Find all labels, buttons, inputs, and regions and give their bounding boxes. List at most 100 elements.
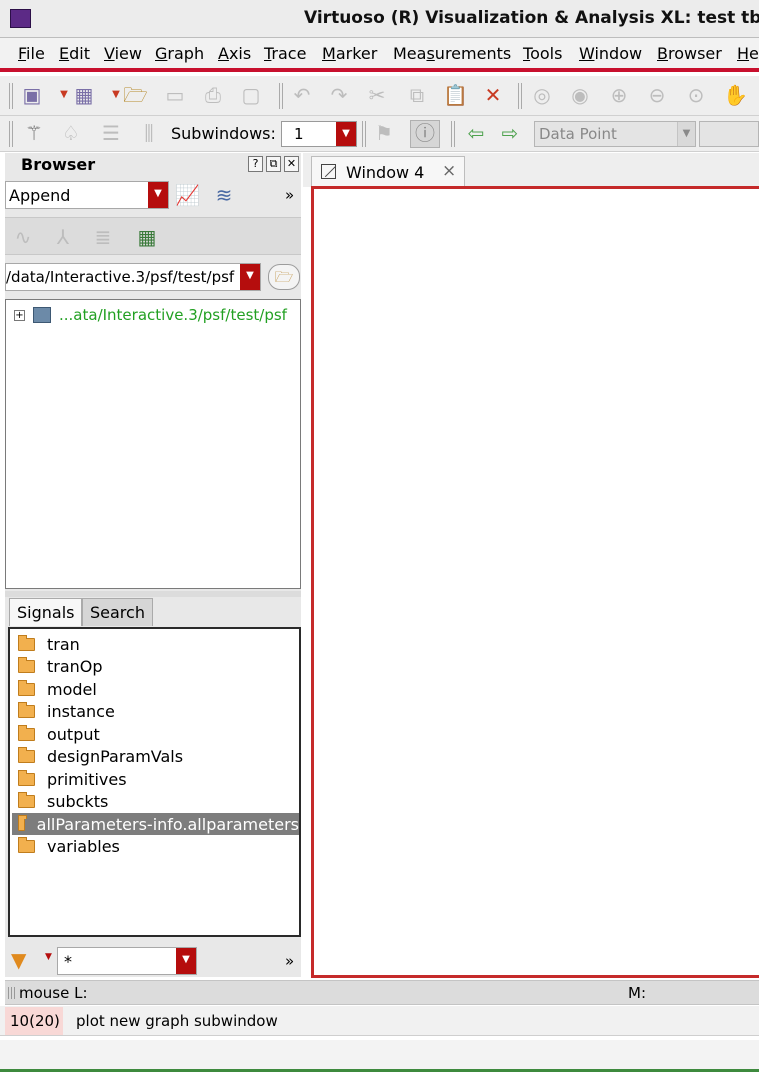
results-path-select[interactable]: /data/Interactive.3/psf/test/psf ▼ <box>5 263 261 291</box>
signal-item[interactable]: subckts <box>12 791 299 813</box>
signal-item[interactable]: allParameters-info.allparameters <box>12 813 299 835</box>
folder-icon: 🗁 <box>274 268 294 286</box>
browser-title: Browser <box>21 155 96 174</box>
menu-item[interactable]: View <box>104 44 142 63</box>
stack-horizontal-icon[interactable]: ☰ <box>99 121 123 145</box>
zoom-in-icon[interactable]: ⊕ <box>607 83 631 107</box>
chevron-down-icon[interactable]: ▼ <box>240 264 260 290</box>
main-toolbar: ▣ ▼ ▦ ▼ 🗁 ▭ ⎙ ▢ ↶ ↷ ✂ ⧉ 📋 ✕ ◎ ◉ ⊕ ⊖ ⊙ ✋ <box>0 76 759 116</box>
filter-dropdown-icon[interactable]: ▼ <box>45 952 52 962</box>
chevron-down-icon[interactable]: ▼ <box>176 948 196 974</box>
filter-select[interactable]: * ▼ <box>57 947 197 975</box>
line-chart-icon[interactable]: 📈 <box>175 183 200 207</box>
results-tree: + ...ata/Interactive.3/psf/test/psf <box>5 299 301 589</box>
signal-label: variables <box>47 837 120 856</box>
stack-vertical-icon[interactable]: ⫼ <box>137 121 161 145</box>
axis-icon[interactable]: ⅄ <box>51 225 75 249</box>
menu-item[interactable]: File <box>18 44 45 63</box>
zoom-area-icon[interactable]: ⊙ <box>684 83 708 107</box>
menu-item[interactable]: Graph <box>155 44 204 63</box>
chevron-down-icon[interactable]: ▼ <box>148 182 168 208</box>
open-folder-icon[interactable]: 🗁 <box>123 83 148 107</box>
toolbar-grip[interactable] <box>451 121 457 147</box>
redo-icon[interactable]: ↷ <box>327 83 351 107</box>
pan-icon[interactable]: ✋ <box>723 83 748 107</box>
fit-icon[interactable]: ◎ <box>530 83 554 107</box>
menu-item[interactable]: Edit <box>59 44 90 63</box>
filter-bar: ▼ ▼ * ▼ » <box>5 940 301 976</box>
chevron-down-icon[interactable]: ▼ <box>677 122 695 146</box>
data-point-value: Data Point <box>539 125 617 143</box>
menu-item[interactable]: Axis <box>218 44 251 63</box>
print-preview-icon[interactable]: ▢ <box>239 83 263 107</box>
signal-item[interactable]: tran <box>12 633 299 655</box>
signal-label: output <box>47 724 100 744</box>
menu-item[interactable]: Tools <box>523 44 562 63</box>
signal-item[interactable]: model <box>12 678 299 700</box>
menu-item[interactable]: Marker <box>322 44 377 63</box>
value-field[interactable] <box>699 121 759 147</box>
flag-icon[interactable]: ⚑ <box>372 121 396 145</box>
new-subwindow-icon[interactable]: ▦ <box>72 83 96 107</box>
tab-signals[interactable]: Signals <box>9 598 83 626</box>
signal-item[interactable]: designParamVals <box>12 746 299 768</box>
toolbar-grip[interactable] <box>9 121 15 147</box>
tab-window-4[interactable]: Window 4 × <box>311 156 465 186</box>
plot-mode-select[interactable]: Append ▼ <box>5 181 169 209</box>
filter-icon[interactable]: ▼ <box>11 948 26 972</box>
open-results-button[interactable]: 🗁 <box>268 264 300 290</box>
cards-icon[interactable]: ♤ <box>59 121 83 145</box>
toolbar-grip[interactable] <box>279 83 285 109</box>
list-icon[interactable]: ≣ <box>91 225 115 249</box>
menu-item[interactable]: Measurements <box>393 44 511 63</box>
tree-row[interactable]: + ...ata/Interactive.3/psf/test/psf <box>14 306 287 324</box>
info-icon[interactable]: ⓘ <box>410 120 440 148</box>
paste-icon[interactable]: 📋 <box>443 83 468 107</box>
overflow-icon[interactable]: » <box>285 186 294 204</box>
menu-item[interactable]: Browser <box>657 44 722 63</box>
zoom-cycle-icon[interactable]: ◉ <box>568 83 592 107</box>
signal-item[interactable]: primitives <box>12 768 299 790</box>
tab-search[interactable]: Search <box>82 598 153 626</box>
toolbar-grip[interactable] <box>518 83 524 109</box>
signal-item[interactable]: variables <box>12 836 299 858</box>
undo-icon[interactable]: ↶ <box>290 83 314 107</box>
signal-item[interactable]: output <box>12 723 299 745</box>
signal-item[interactable]: instance <box>12 701 299 723</box>
wand-icon[interactable]: ⚚ <box>22 121 46 145</box>
save-icon[interactable]: ▭ <box>163 83 187 107</box>
wave-icon[interactable]: ∿ <box>11 225 35 249</box>
grid-select-icon[interactable]: ▦ <box>135 225 159 249</box>
help-icon[interactable]: ? <box>248 156 263 172</box>
menu-item[interactable]: He <box>737 44 759 63</box>
print-icon[interactable]: ⎙ <box>201 83 225 107</box>
new-window-icon[interactable]: ▣ <box>20 83 44 107</box>
close-icon[interactable]: ✕ <box>284 156 299 172</box>
arrow-left-icon[interactable]: ⇦ <box>464 121 488 145</box>
signal-item[interactable]: tranOp <box>12 656 299 678</box>
cut-icon[interactable]: ✂ <box>365 83 389 107</box>
graph-canvas[interactable] <box>311 186 759 978</box>
copy-icon[interactable]: ⧉ <box>405 83 429 107</box>
chevron-down-icon[interactable]: ▼ <box>336 122 356 146</box>
expand-icon[interactable]: + <box>14 309 25 321</box>
zoom-out-icon[interactable]: ⊖ <box>645 83 669 107</box>
close-icon[interactable]: × <box>442 161 456 181</box>
folder-icon <box>18 702 35 718</box>
overflow-icon[interactable]: » <box>285 952 294 970</box>
folder-icon <box>18 724 35 741</box>
panel-splitter[interactable] <box>5 591 301 597</box>
delete-icon[interactable]: ✕ <box>481 83 505 107</box>
subwindows-select[interactable]: 1 ▼ <box>281 121 357 147</box>
toolbar-grip[interactable] <box>9 83 15 109</box>
plot-mode-value: Append <box>9 186 71 205</box>
arrow-right-icon[interactable]: ⇨ <box>498 121 522 145</box>
toolbar-grip[interactable] <box>362 121 368 147</box>
signal-label: tran <box>47 634 80 654</box>
menu-item[interactable]: Window <box>579 44 642 63</box>
float-icon[interactable]: ⧉ <box>266 156 281 172</box>
data-point-select[interactable]: Data Point ▼ <box>534 121 696 147</box>
folder-icon <box>18 679 35 696</box>
multi-waveform-icon[interactable]: ≋ <box>212 183 236 207</box>
menu-item[interactable]: Trace <box>264 44 306 63</box>
